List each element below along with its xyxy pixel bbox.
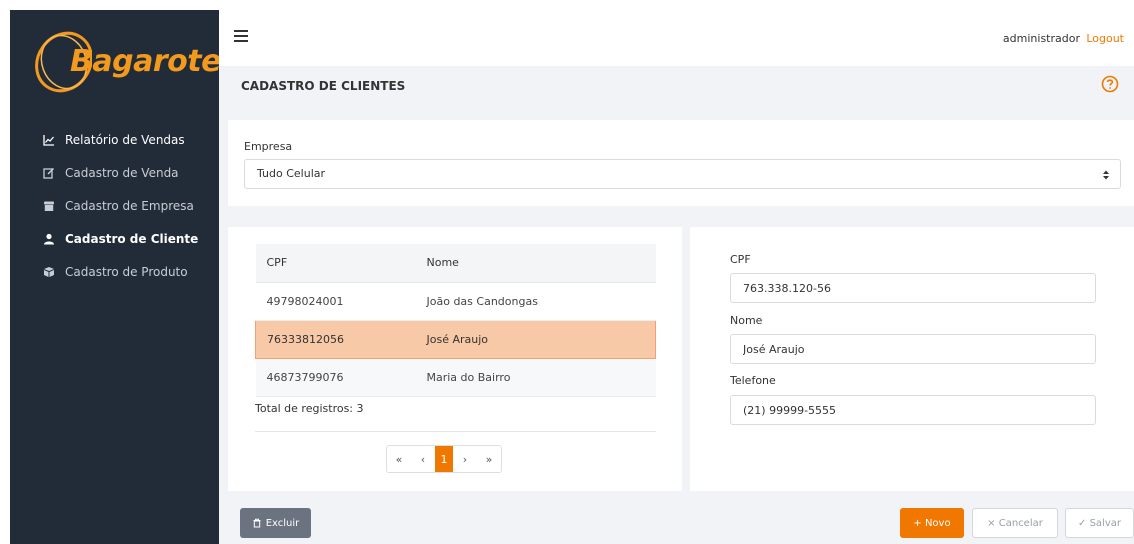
user-icon [43,233,55,245]
page-title: CADASTRO DE CLIENTES [241,79,406,93]
sidebar-item-label: Cadastro de Cliente [65,231,199,246]
sidebar-item-cadastro-venda[interactable]: Cadastro de Venda [10,156,219,189]
empresa-select[interactable]: Tudo Celular [244,159,1121,189]
empresa-card: Empresa Tudo Celular [228,120,1134,206]
save-button[interactable]: ✓ Salvar [1065,508,1134,538]
sort-arrows-icon [1103,170,1109,180]
menu-toggle-icon[interactable] [234,30,248,42]
sidebar-item-cadastro-cliente[interactable]: Cadastro de Cliente [10,222,219,255]
sidebar-item-label: Cadastro de Venda [65,165,179,180]
table-row[interactable]: 49798024001 João das Candongas [255,282,656,321]
column-header-nome[interactable]: Nome [415,244,656,283]
cell-nome: Maria do Bairro [415,358,656,397]
top-bar: administrador Logout [219,10,1134,66]
delete-button-label: Excluir [265,517,300,529]
trash-icon [253,518,261,528]
sidebar-item-label: Relatório de Vendas [65,132,185,147]
column-header-cpf[interactable]: CPF [255,244,416,283]
logout-link[interactable]: Logout [1086,32,1124,45]
sidebar-item-cadastro-produto[interactable]: Cadastro de Produto [10,255,219,288]
empresa-label: Empresa [244,140,293,153]
brand-logo[interactable]: Bagarote [32,28,221,96]
cell-cpf: 49798024001 [255,282,416,321]
delete-button[interactable]: Excluir [240,508,311,538]
nome-field[interactable] [730,334,1096,364]
total-records: Total de registros: 3 [255,402,364,415]
client-list-card: CPF Nome 49798024001 João das Candongas … [228,227,682,491]
nome-label: Nome [730,314,763,327]
store-icon [43,200,55,212]
sidebar: Bagarote Relatório de Vendas Cadastro de… [10,10,221,544]
app-root: Bagarote Relatório de Vendas Cadastro de… [0,0,1134,544]
paginator: « ‹ 1 › » [386,445,502,473]
sidebar-item-label: Cadastro de Empresa [65,198,194,213]
cell-nome: José Araujo [415,319,656,359]
chart-line-icon [43,134,55,146]
user-name: administrador [1002,32,1080,45]
page-button-current[interactable]: 1 [435,446,453,472]
sidebar-item-cadastro-empresa[interactable]: Cadastro de Empresa [10,189,219,222]
cpf-label: CPF [730,253,751,266]
divider [255,431,656,432]
table-row[interactable]: 46873799076 Maria do Bairro [255,358,656,397]
client-form-card: CPF Nome Telefone [690,227,1134,491]
sidebar-item-label: Cadastro de Produto [65,264,188,279]
last-page-button[interactable]: » [477,446,501,472]
table-row-selected[interactable]: 76333812056 José Araujo [255,319,656,359]
help-circle-icon[interactable] [1100,74,1120,94]
cell-cpf: 46873799076 [255,358,416,397]
main-content: administrador Logout CADASTRO DE CLIENTE… [219,10,1134,544]
cpf-field[interactable] [730,273,1096,303]
client-table: CPF Nome 49798024001 João das Candongas … [255,244,656,397]
sidebar-nav: Relatório de Vendas Cadastro de Venda Ca… [10,123,219,288]
new-button[interactable]: + Novo [900,508,964,538]
cell-cpf: 76333812056 [255,319,416,359]
telefone-field[interactable] [730,395,1096,425]
logo-text: Bagarote [70,44,221,79]
cancel-button[interactable]: × Cancelar [972,508,1058,538]
box-icon [43,266,55,278]
table-header-row: CPF Nome [255,244,656,283]
cell-nome: João das Candongas [415,282,656,321]
telefone-label: Telefone [730,374,776,387]
prev-page-button[interactable]: ‹ [411,446,435,472]
sidebar-item-relatorio-vendas[interactable]: Relatório de Vendas [10,123,219,156]
edit-icon [43,167,55,179]
next-page-button[interactable]: › [453,446,477,472]
empresa-selected-value: Tudo Celular [257,167,326,180]
first-page-button[interactable]: « [387,446,411,472]
